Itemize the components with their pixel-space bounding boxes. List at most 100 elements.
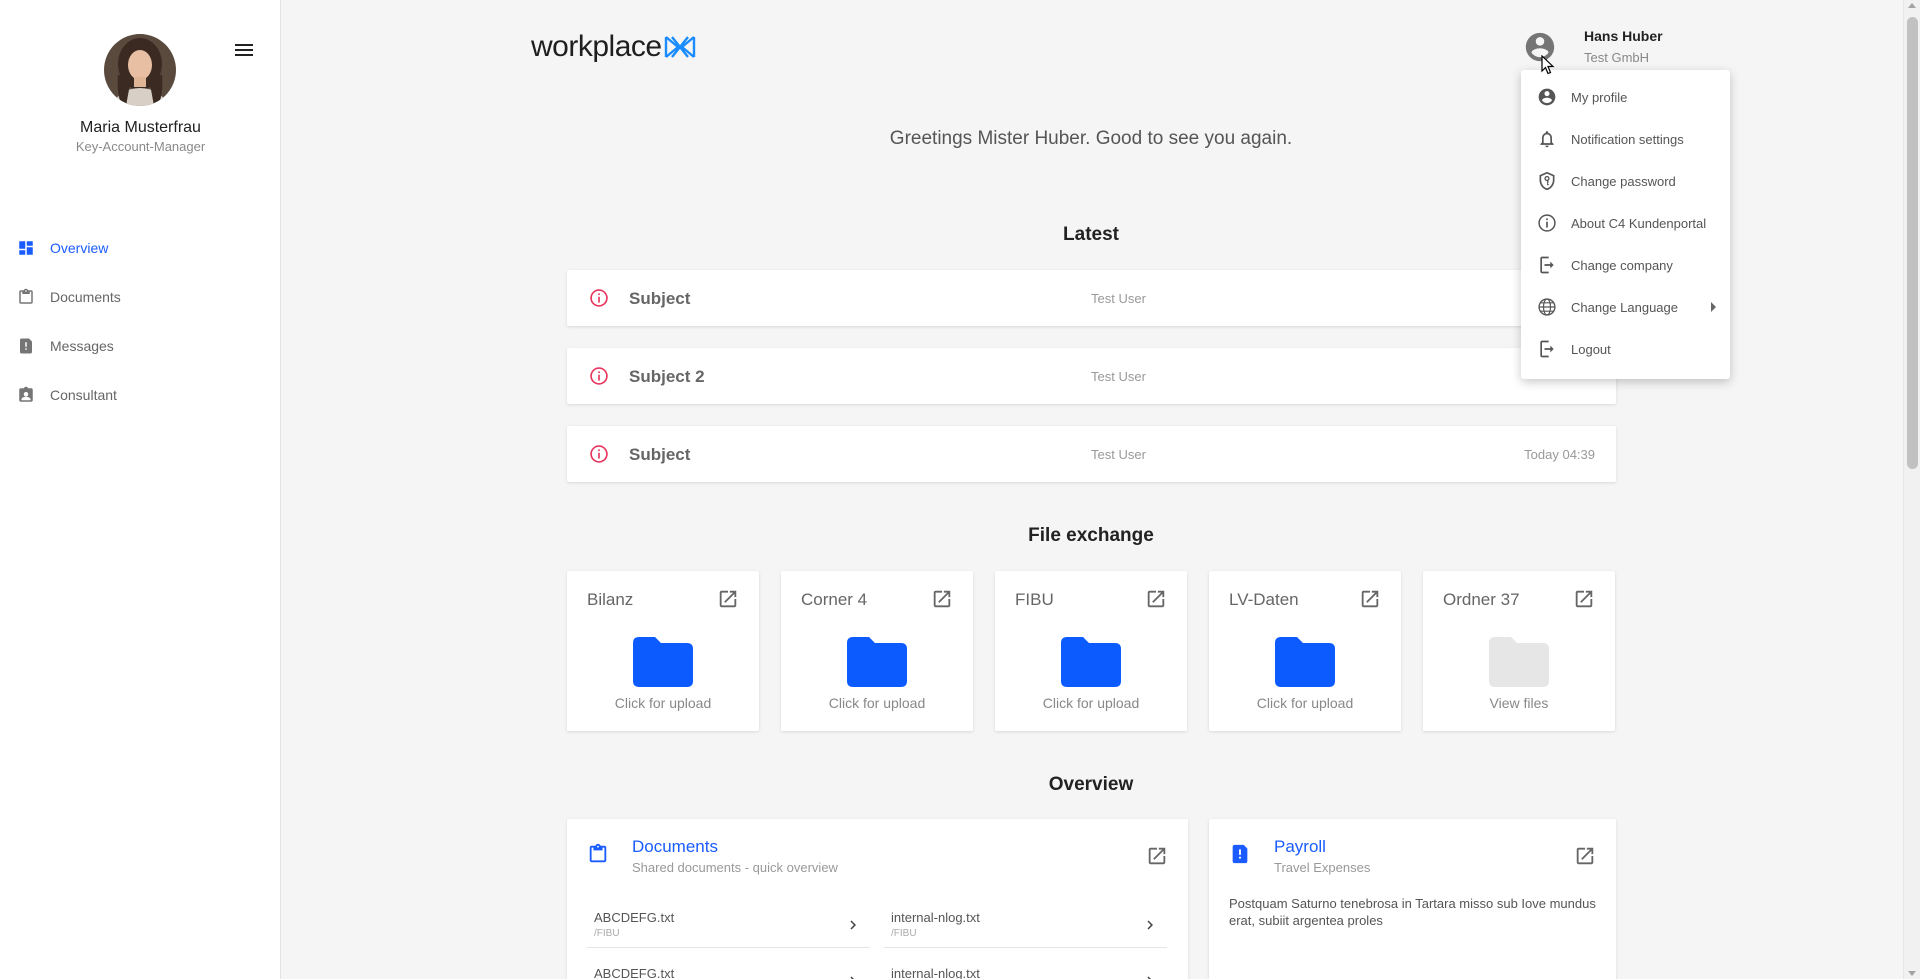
message-alert-icon xyxy=(1229,843,1251,870)
latest-subject: Subject 2 xyxy=(629,367,705,386)
latest-sender: Test User xyxy=(1091,369,1146,384)
open-external-icon[interactable] xyxy=(931,588,953,615)
folder-icon xyxy=(1275,637,1335,692)
latest-item[interactable]: Subject Test User xyxy=(567,270,1616,326)
open-external-icon[interactable] xyxy=(1146,845,1168,872)
folder-card[interactable]: FIBU Click for upload xyxy=(995,571,1187,731)
sidebar-nav: Overview Documents Messages Consultant xyxy=(0,223,281,419)
menu-item-label: Change password xyxy=(1571,173,1676,189)
open-external-icon[interactable] xyxy=(717,588,739,615)
menu-item-label: Notification settings xyxy=(1571,131,1684,147)
sidebar-item-messages[interactable]: Messages xyxy=(0,321,281,370)
menu-item-label: Change Language xyxy=(1571,299,1678,315)
folder-icon xyxy=(847,637,907,692)
chevron-right-icon xyxy=(1141,972,1159,979)
folder-hint: Click for upload xyxy=(614,695,712,711)
file-exchange-title: File exchange xyxy=(1028,525,1154,546)
menu-item-change-password[interactable]: Change password xyxy=(1521,160,1730,202)
latest-item[interactable]: Subject Test User Today 04:39 xyxy=(567,426,1616,482)
latest-subject: Subject xyxy=(629,289,691,308)
latest-sender: Test User xyxy=(1091,447,1146,462)
menu-item-label: My profile xyxy=(1571,89,1628,105)
menu-item-label: Logout xyxy=(1571,341,1611,357)
sidebar-item-consultant[interactable]: Consultant xyxy=(0,370,281,419)
clipboard-icon xyxy=(16,287,36,307)
document-list-item[interactable]: internal-nlog.txt /FIBU xyxy=(884,902,1167,948)
scroll-down-arrow-icon[interactable] xyxy=(1908,971,1916,976)
sidebar-item-documents[interactable]: Documents xyxy=(0,272,281,321)
sidebar: Maria Musterfrau Key-Account-Manager Ove… xyxy=(0,0,281,979)
menu-item-about[interactable]: About C4 Kundenportal xyxy=(1521,202,1730,244)
documents-card-title[interactable]: Documents xyxy=(632,837,718,857)
logout-icon xyxy=(1537,339,1557,359)
sidebar-item-label: Overview xyxy=(50,239,109,256)
sidebar-item-label: Documents xyxy=(50,288,121,305)
sidebar-item-label: Consultant xyxy=(50,386,117,403)
account-circle-icon xyxy=(1537,87,1557,107)
info-alert-icon xyxy=(589,288,609,313)
globe-icon xyxy=(1537,297,1557,317)
info-alert-icon xyxy=(589,366,609,391)
folder-icon xyxy=(633,637,693,692)
folder-name: Ordner 37 xyxy=(1443,590,1520,609)
payroll-card-title[interactable]: Payroll xyxy=(1274,837,1326,857)
sidebar-user-role: Key-Account-Manager xyxy=(75,139,206,154)
folder-name: Corner 4 xyxy=(801,590,868,609)
open-external-icon[interactable] xyxy=(1574,845,1596,872)
payroll-card-text: Postquam Saturno tenebrosa in Tartara mi… xyxy=(1229,896,1596,928)
sidebar-user-name: Maria Musterfrau xyxy=(80,119,201,136)
document-name: internal-nlog.txt xyxy=(891,966,980,979)
user-avatar[interactable] xyxy=(104,34,176,106)
latest-subject: Subject xyxy=(629,445,691,464)
folder-card[interactable]: Ordner 37 View files xyxy=(1423,571,1615,731)
header-user-name[interactable]: Hans Huber xyxy=(1584,28,1663,44)
submenu-arrow-icon xyxy=(1711,302,1716,312)
exit-icon xyxy=(1537,255,1557,275)
folder-icon xyxy=(1489,637,1549,692)
folder-card[interactable]: Corner 4 Click for upload xyxy=(781,571,973,731)
menu-item-my-profile[interactable]: My profile xyxy=(1521,76,1730,118)
document-list-item[interactable]: internal-nlog.txt xyxy=(884,958,1167,979)
folder-name: LV-Daten xyxy=(1229,590,1299,609)
document-name: ABCDEFG.txt xyxy=(594,966,675,979)
sidebar-item-overview[interactable]: Overview xyxy=(0,223,281,272)
folder-name: Bilanz xyxy=(587,590,634,609)
menu-item-change-company[interactable]: Change company xyxy=(1521,244,1730,286)
payroll-card: Payroll Travel Expenses Postquam Saturno… xyxy=(1209,819,1616,979)
menu-item-change-language[interactable]: Change Language xyxy=(1521,286,1730,328)
folder-card[interactable]: Bilanz Click for upload xyxy=(567,571,759,731)
scrollbar-thumb[interactable] xyxy=(1907,17,1918,469)
info-alert-icon xyxy=(589,444,609,469)
scroll-up-arrow-icon[interactable] xyxy=(1908,3,1916,8)
folder-card[interactable]: LV-Daten Click for upload xyxy=(1209,571,1401,731)
document-path: /FIBU xyxy=(891,928,917,939)
document-list-item[interactable]: ABCDEFG.txt xyxy=(587,958,870,979)
latest-item[interactable]: Subject 2 Test User xyxy=(567,348,1616,404)
document-list-item[interactable]: ABCDEFG.txt /FIBU xyxy=(587,902,870,948)
open-external-icon[interactable] xyxy=(1145,588,1167,615)
open-external-icon[interactable] xyxy=(1573,588,1595,615)
chevron-right-icon xyxy=(844,916,862,939)
document-name: ABCDEFG.txt xyxy=(594,910,675,925)
folder-name: FIBU xyxy=(1015,590,1054,609)
open-external-icon[interactable] xyxy=(1359,588,1381,615)
folder-icon xyxy=(1061,637,1121,692)
dashboard-icon xyxy=(16,238,36,258)
hamburger-menu-icon[interactable] xyxy=(232,38,256,62)
documents-card: Documents Shared documents - quick overv… xyxy=(567,819,1188,979)
sidebar-item-label: Messages xyxy=(50,337,114,354)
folder-hint: Click for upload xyxy=(1256,695,1354,711)
page-scrollbar[interactable] xyxy=(1903,0,1920,979)
menu-item-notification-settings[interactable]: Notification settings xyxy=(1521,118,1730,160)
shield-key-icon xyxy=(1537,171,1557,191)
user-dropdown-menu: My profile Notification settings Change … xyxy=(1521,70,1730,379)
workplace-logo[interactable]: workplace xyxy=(531,30,696,64)
mouse-cursor-icon xyxy=(1541,54,1555,80)
latest-sender: Test User xyxy=(1091,291,1146,306)
menu-item-logout[interactable]: Logout xyxy=(1521,328,1730,370)
menu-item-label: About C4 Kundenportal xyxy=(1571,215,1707,231)
clipboard-icon xyxy=(587,843,609,870)
latest-time: Today 04:39 xyxy=(1524,447,1595,462)
chevron-right-icon xyxy=(844,972,862,979)
chevron-right-icon xyxy=(1141,916,1159,939)
